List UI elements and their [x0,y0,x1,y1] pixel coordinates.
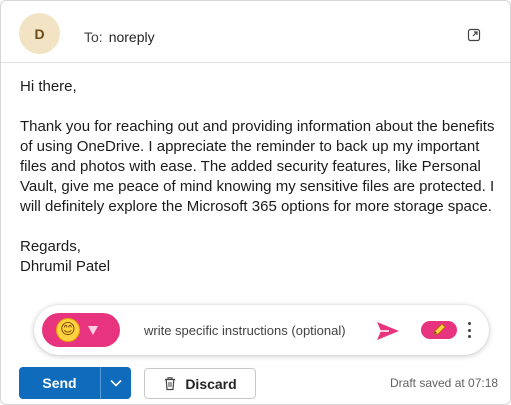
signoff: Regards, [20,238,81,255]
greeting: Hi there, [20,78,77,95]
discard-button[interactable]: Discard [144,368,256,399]
more-vertical-icon[interactable] [466,322,472,338]
discard-label: Discard [185,375,237,392]
to-label: To: [84,29,103,45]
send-options-button[interactable] [101,367,131,399]
body-paragraph: Thank you for reaching out and providing… [20,118,495,215]
send-button-group: Send [19,367,131,399]
copilot-rewrite-bar: 😊 [34,305,489,355]
recipient-line[interactable]: To: noreply [84,29,155,45]
tone-selector-button[interactable]: 😊 [42,313,120,347]
signature: Dhrumil Patel [20,258,111,275]
compose-window: D To: noreply Hi there, Thank you for re… [0,0,511,405]
instructions-input[interactable] [144,320,364,340]
chevron-down-icon [110,379,122,387]
avatar[interactable]: D [19,13,60,54]
draft-status: Draft saved at 07:18 [390,376,499,390]
trash-icon [165,377,176,391]
compose-header: D To: noreply [1,1,510,63]
send-arrow-icon[interactable] [375,320,401,342]
message-body[interactable]: Hi there, Thank you for reaching out and… [20,77,498,277]
send-button[interactable]: Send [19,367,100,399]
smiley-icon: 😊 [56,318,80,342]
popout-icon[interactable] [467,28,481,42]
recipient-value[interactable]: noreply [109,29,155,45]
pencil-icon[interactable] [421,321,457,339]
chevron-down-icon [88,325,98,335]
